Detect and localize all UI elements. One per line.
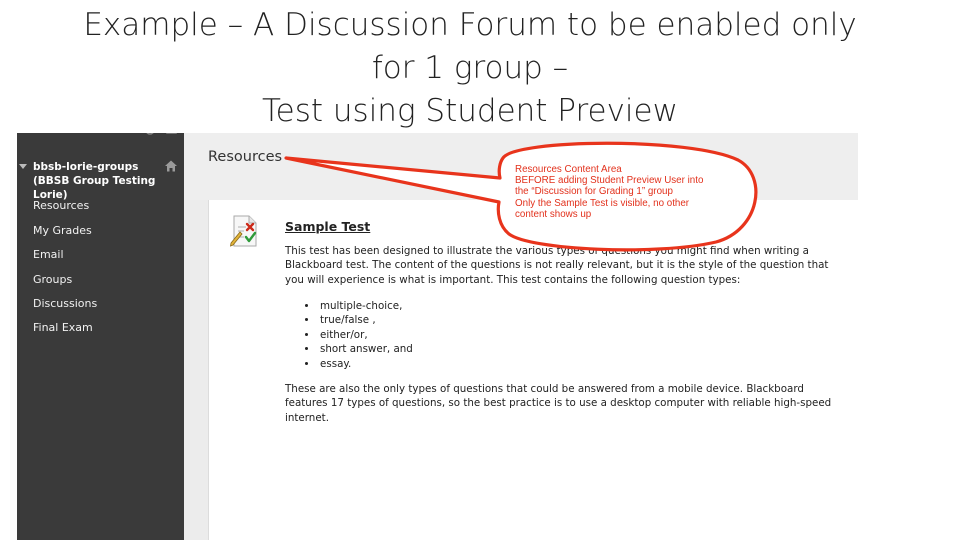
slide-title-line: Example – A Discussion Forum to be enabl… [83,7,857,43]
sidebar-item-groups[interactable]: Groups [33,273,72,286]
sidebar-item-final-exam[interactable]: Final Exam [33,321,93,334]
question-types-list: multiple-choice, true/false , either/or,… [303,299,413,371]
sidebar-item-my-grades[interactable]: My Grades [33,224,92,237]
list-item: essay. [318,357,413,371]
item-description: This test has been designed to illustrat… [285,245,829,286]
slide-title: Example – A Discussion Forum to be enabl… [0,4,940,133]
content-area: Sample Test This test has been designed … [208,200,858,540]
toolbar-icons-stub [146,133,177,135]
list-item: short answer, and [318,342,413,356]
sample-test-link[interactable]: Sample Test [285,219,370,234]
sidebar-item-resources[interactable]: Resources [33,199,89,212]
course-title[interactable]: bbsb-lorie-groups (BBSB Group Testing Lo… [19,160,163,202]
home-icon[interactable] [165,160,177,172]
sidebar-item-email[interactable]: Email [33,248,64,261]
list-item: either/or, [318,328,413,342]
sidebar-item-discussions[interactable]: Discussions [33,297,97,310]
content-area-title: Resources [208,149,283,165]
caret-down-icon[interactable] [19,164,27,169]
slide-title-line: for 1 group – [371,50,569,86]
callout-text: Resources Content Area BEFORE adding Stu… [515,164,745,220]
test-document-icon [230,215,257,247]
callout-line: the “Discussion for Grading 1” group [515,186,673,198]
course-menu-sidebar: bbsb-lorie-groups (BBSB Group Testing Lo… [17,133,184,540]
list-item: multiple-choice, [318,299,413,313]
callout-line: BEFORE adding Student Preview User into [515,175,704,187]
slide-title-line: Test using Student Preview [262,93,678,129]
course-title-text: bbsb-lorie-groups (BBSB Group Testing Lo… [33,161,156,201]
list-item: true/false , [318,313,413,327]
callout-line: Resources Content Area [515,164,622,175]
callout-line: content shows up [515,208,592,220]
callout-line: Only the Sample Test is visible, no othe… [515,197,690,209]
item-note: These are also the only types of questio… [285,383,832,424]
